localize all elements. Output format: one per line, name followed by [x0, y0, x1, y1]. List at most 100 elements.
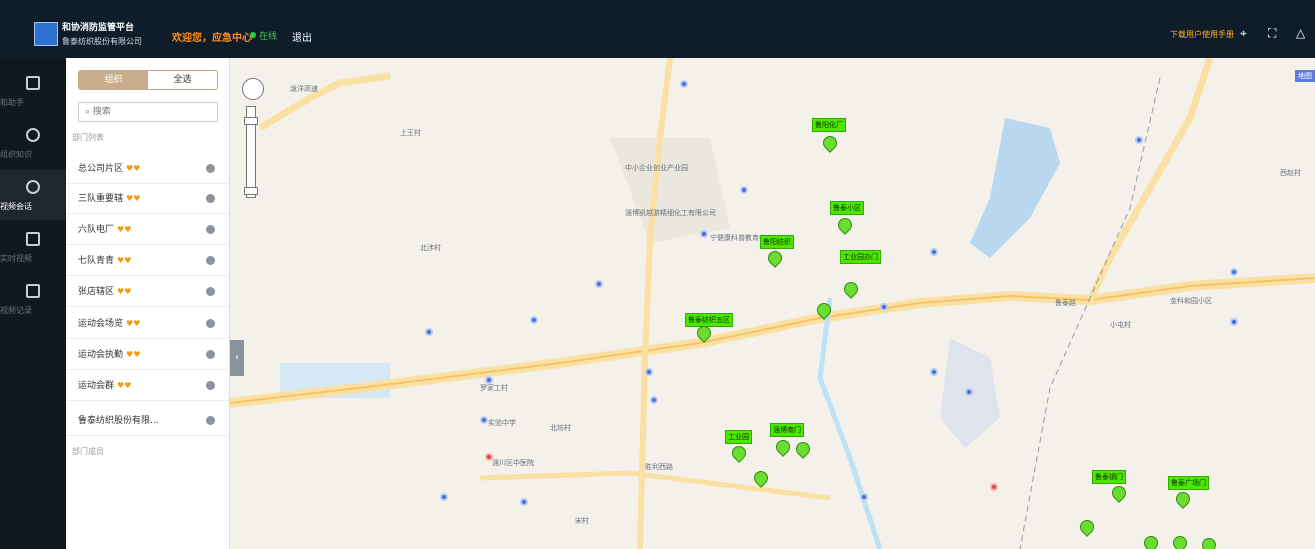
heart-icon: ♥♥	[126, 194, 141, 203]
screen-icon	[26, 284, 40, 298]
marker-label: 鲁阳化厂	[812, 118, 846, 132]
nav-item-live-video[interactable]: 实时视频	[0, 222, 66, 272]
location-icon[interactable]: ⌖	[1240, 26, 1247, 41]
map-label: 中小企业创业产业园	[625, 164, 688, 172]
map-label: 淄博凯越游精细化工有限公司	[625, 209, 716, 217]
status-icon	[206, 194, 215, 203]
company-name: 鲁泰纺织股份有限公司	[62, 37, 142, 46]
zoom-in-button[interactable]	[244, 117, 258, 125]
heart-icon: ♥♥	[117, 256, 132, 265]
panel-tabs: 组织 全选	[78, 70, 218, 90]
nav-item-video-chat[interactable]: 视频会话	[0, 170, 66, 220]
status-icon	[206, 225, 215, 234]
list-item[interactable]: 张店辖区 ♥♥	[66, 277, 229, 307]
marker-label: 工业园办门	[840, 250, 881, 264]
hospital-marker[interactable]	[485, 453, 493, 461]
group-title-departments: 部门列表	[72, 133, 104, 142]
map-label: 淄川区中医院	[492, 459, 534, 467]
poi-marker[interactable]	[485, 376, 493, 384]
poi-marker[interactable]	[645, 368, 653, 376]
list-item[interactable]: 运动会执勤 ♥♥	[66, 340, 229, 370]
left-nav: 和助手 组织知识 视频会话 实时视频 视频记录	[0, 58, 66, 549]
zoom-slider[interactable]	[244, 106, 258, 198]
map-label: 胜利西路	[645, 463, 673, 471]
poi-marker[interactable]	[1230, 268, 1238, 276]
poi-marker[interactable]	[930, 248, 938, 256]
zoom-out-button[interactable]	[244, 187, 258, 195]
poi-marker[interactable]	[965, 388, 973, 396]
poi-marker[interactable]	[480, 416, 488, 424]
nav-item-video-record[interactable]: 视频记录	[0, 274, 66, 324]
list-item[interactable]: 总公司片区 ♥♥	[66, 154, 229, 184]
poi-marker[interactable]	[880, 303, 888, 311]
marker-label: 鲁泰小区	[830, 201, 864, 215]
heart-icon: ♥♥	[126, 319, 141, 328]
nav-item-knowledge[interactable]: 组织知识	[0, 118, 66, 168]
collapse-panel-button[interactable]: ‹	[230, 340, 244, 376]
list-item[interactable]: 三队重要辖 ♥♥	[66, 184, 229, 214]
tab-all[interactable]: 全选	[148, 71, 217, 89]
poi-marker[interactable]	[530, 316, 538, 324]
poi-marker[interactable]	[860, 493, 868, 501]
org-panel: 组织 全选 ⌕ 搜索 部门列表 总公司片区 ♥♥ 三队重要辖 ♥♥ 六队电厂 ♥♥ 七…	[66, 58, 230, 549]
map-type-badge[interactable]: 地图	[1295, 70, 1315, 82]
status-icon	[206, 319, 215, 328]
list-item[interactable]: 六队电厂 ♥♥	[66, 215, 229, 245]
logout-link[interactable]: 退出	[292, 29, 312, 44]
heart-icon: ♥♥	[117, 381, 132, 390]
poi-marker[interactable]	[440, 493, 448, 501]
welcome-text: 欢迎您，应急中心	[172, 33, 252, 44]
manual-download-link[interactable]: 下载用户使用手册	[1170, 29, 1234, 40]
poi-marker[interactable]	[595, 280, 603, 288]
heart-icon: ♥♥	[126, 164, 141, 173]
status-icon	[206, 256, 215, 265]
marker-label: 鲁泰钢门	[1092, 470, 1126, 484]
status-icon	[206, 416, 215, 425]
map-label: 鲁泰路	[1055, 299, 1076, 307]
status-icon	[206, 287, 215, 296]
map-label: 小屯村	[1110, 321, 1131, 329]
nav-item-assistant[interactable]: 和助手	[0, 66, 66, 116]
search-input[interactable]: ⌕ 搜索	[78, 102, 218, 122]
list-item[interactable]: 七队青青 ♥♥	[66, 246, 229, 276]
map-label: 西赵村	[1280, 169, 1301, 177]
app-title: 和协消防监管平台	[62, 23, 135, 33]
list-item[interactable]: 鲁泰纺织股份有限...	[66, 406, 229, 436]
poi-marker[interactable]	[680, 80, 688, 88]
map-view[interactable]: 地图 泼洋高速 上王村 中小企业创业产业园 淄博凯越游精细化工有限公司 宁健康科…	[230, 58, 1315, 549]
status-icon	[206, 164, 215, 173]
play-icon	[26, 232, 40, 246]
hospital-marker[interactable]	[990, 483, 998, 491]
status-icon	[206, 350, 215, 359]
tab-org[interactable]: 组织	[79, 71, 148, 89]
map-label: 泼洋高速	[290, 85, 318, 93]
poi-marker[interactable]	[740, 186, 748, 194]
poi-marker[interactable]	[700, 230, 708, 238]
map-label: 罗家工村	[480, 384, 508, 392]
app-logo	[34, 22, 58, 46]
marker-label: 鲁泰广场门	[1168, 476, 1209, 490]
poi-marker[interactable]	[930, 368, 938, 376]
online-status: 在线	[259, 32, 278, 42]
poi-marker[interactable]	[650, 396, 658, 404]
poi-marker[interactable]	[425, 328, 433, 336]
chat-icon	[26, 180, 40, 194]
map-label: 实验中学	[488, 419, 516, 427]
brand: 和协消防监管平台 鲁泰纺织股份有限公司	[62, 21, 142, 49]
poi-marker[interactable]	[520, 498, 528, 506]
list-item[interactable]: 运动会场览 ♥♥	[66, 309, 229, 339]
poi-marker[interactable]	[1230, 318, 1238, 326]
group-title-members: 部门成员	[72, 447, 104, 456]
map-roads	[230, 58, 1315, 549]
marker-label: 淄博南门	[770, 423, 804, 437]
pan-control[interactable]	[242, 78, 264, 100]
list-item[interactable]: 运动会群 ♥♥	[66, 371, 229, 401]
poi-marker[interactable]	[1135, 136, 1143, 144]
heart-icon: ♥♥	[117, 287, 132, 296]
heart-icon: ♥♥	[126, 350, 141, 359]
calculator-icon	[26, 76, 40, 90]
map-label: 北坊村	[550, 424, 571, 432]
map-label: 上王村	[400, 129, 421, 137]
notification-icon[interactable]: △	[1296, 26, 1305, 40]
fullscreen-icon[interactable]: ⛶	[1268, 26, 1276, 41]
